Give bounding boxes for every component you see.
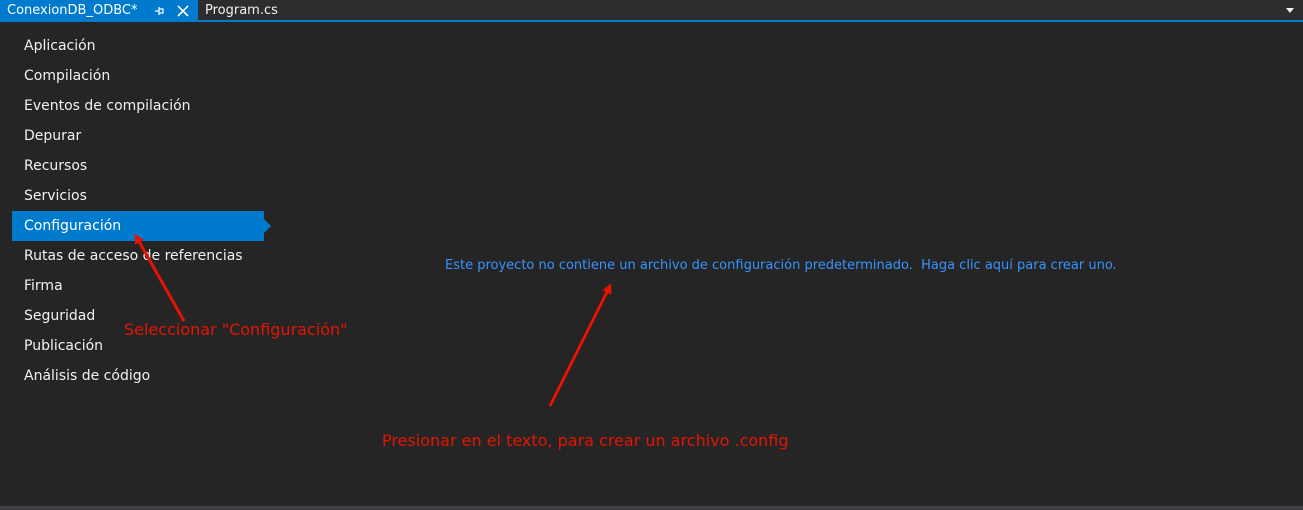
sidebar-item-recursos[interactable]: Recursos [12, 151, 252, 181]
sidebar-item-firma[interactable]: Firma [12, 271, 252, 301]
sidebar-item-configuracion[interactable]: Configuración [12, 211, 271, 241]
tab-title: ConexionDB_ODBC* [7, 3, 138, 18]
chevron-down-icon[interactable] [1283, 2, 1297, 18]
sidebar-item-compilacion[interactable]: Compilación [12, 61, 252, 91]
annotation-press-text: Presionar en el texto, para crear un arc… [382, 431, 789, 450]
close-icon[interactable] [176, 0, 190, 22]
annotation-select-config: Seleccionar "Configuración" [124, 320, 348, 339]
sidebar-item-analisis-codigo[interactable]: Análisis de código [12, 361, 252, 391]
tab-conexiondb-odbc[interactable]: ConexionDB_ODBC* [0, 0, 198, 22]
sidebar-item-rutas-referencias[interactable]: Rutas de acceso de referencias [12, 241, 252, 271]
pin-icon[interactable] [152, 0, 166, 22]
document-tab-bar: ConexionDB_ODBC* Program.cs [0, 0, 1303, 22]
bottom-divider [0, 506, 1303, 510]
sidebar-item-eventos-compilacion[interactable]: Eventos de compilación [12, 91, 252, 121]
tab-program-cs[interactable]: Program.cs [198, 0, 285, 22]
sidebar-item-servicios[interactable]: Servicios [12, 181, 252, 211]
sidebar-item-aplicacion[interactable]: Aplicación [12, 31, 252, 61]
create-config-link[interactable]: Este proyecto no contiene un archivo de … [445, 258, 1117, 273]
sidebar-item-depurar[interactable]: Depurar [12, 121, 252, 151]
